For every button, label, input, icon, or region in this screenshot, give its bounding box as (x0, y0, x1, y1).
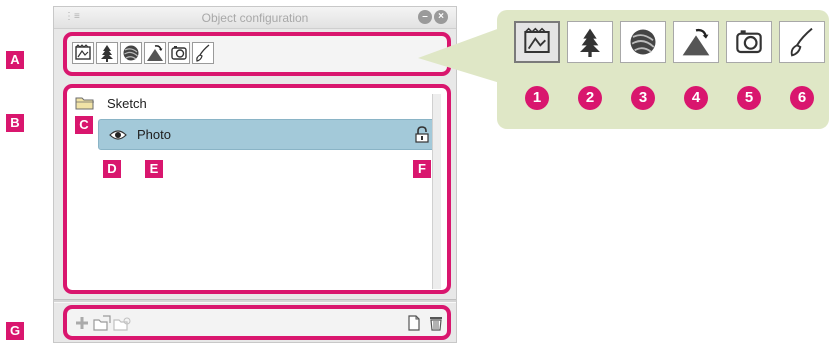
trash-icon[interactable] (427, 315, 445, 331)
callout-number-3: 3 (631, 86, 655, 110)
camera-button[interactable] (168, 42, 190, 64)
new-folder-icon[interactable] (93, 315, 111, 331)
camera-icon (171, 46, 187, 60)
brush-icon (790, 27, 813, 57)
sphere-icon (123, 45, 139, 61)
sphere-button[interactable] (120, 42, 142, 64)
object-toolbar (63, 32, 451, 76)
callout-number-2: 2 (578, 86, 602, 110)
marker-c: C (75, 116, 93, 134)
perspective-button[interactable] (144, 42, 166, 64)
folder-group-icon[interactable] (113, 315, 131, 331)
folder-row-sketch[interactable]: Sketch (71, 94, 431, 114)
panel-title: Object configuration (201, 11, 309, 25)
frame-icon (524, 27, 550, 53)
marker-d: D (103, 160, 121, 178)
bottom-command-bar (63, 305, 451, 340)
marker-b: B (6, 114, 24, 132)
callout-tree-button (567, 21, 613, 63)
marker-e: E (145, 160, 163, 178)
close-icon[interactable]: × (434, 10, 448, 24)
callout-sphere-button (620, 21, 666, 63)
lock-icon[interactable] (415, 126, 429, 143)
callout-pointer (418, 28, 500, 83)
folder-icon (75, 97, 94, 110)
callout-number-4: 4 (684, 86, 708, 110)
folder-label: Sketch (107, 96, 147, 111)
callout-camera-button (726, 21, 772, 63)
brush-icon (196, 44, 210, 62)
layer-row-photo[interactable]: Photo (98, 119, 441, 150)
object-configuration-panel: ⋮≡ Object configuration – × Sketch C Pho… (53, 6, 457, 343)
callout-frame-button (514, 21, 560, 63)
marker-g: G (6, 322, 24, 340)
frame-button[interactable] (72, 42, 94, 64)
sphere-icon (630, 29, 656, 55)
tree-scrollbar[interactable] (432, 94, 441, 289)
new-page-icon[interactable] (405, 315, 423, 331)
object-tree: Sketch C Photo D E F (63, 84, 451, 294)
tree-icon (580, 28, 600, 57)
brush-button[interactable] (192, 42, 214, 64)
eye-icon[interactable] (109, 129, 127, 141)
marker-a: A (6, 51, 24, 69)
tree-icon (101, 45, 113, 62)
toolbar-callout: 1 2 3 4 5 6 (497, 10, 829, 129)
layer-label: Photo (137, 127, 171, 142)
camera-icon (736, 30, 762, 54)
add-icon[interactable] (73, 315, 91, 331)
tree-button[interactable] (96, 42, 118, 64)
callout-number-5: 5 (737, 86, 761, 110)
frame-icon (75, 44, 91, 60)
panel-splitter[interactable] (54, 299, 456, 303)
panel-titlebar: ⋮≡ Object configuration – × (54, 7, 456, 29)
perspective-icon (147, 45, 163, 61)
callout-perspective-button (673, 21, 719, 63)
callout-number-1: 1 (525, 86, 549, 110)
minimize-icon[interactable]: – (418, 10, 432, 24)
callout-brush-button (779, 21, 825, 63)
perspective-icon (682, 28, 710, 56)
marker-f: F (413, 160, 431, 178)
callout-number-6: 6 (790, 86, 814, 110)
